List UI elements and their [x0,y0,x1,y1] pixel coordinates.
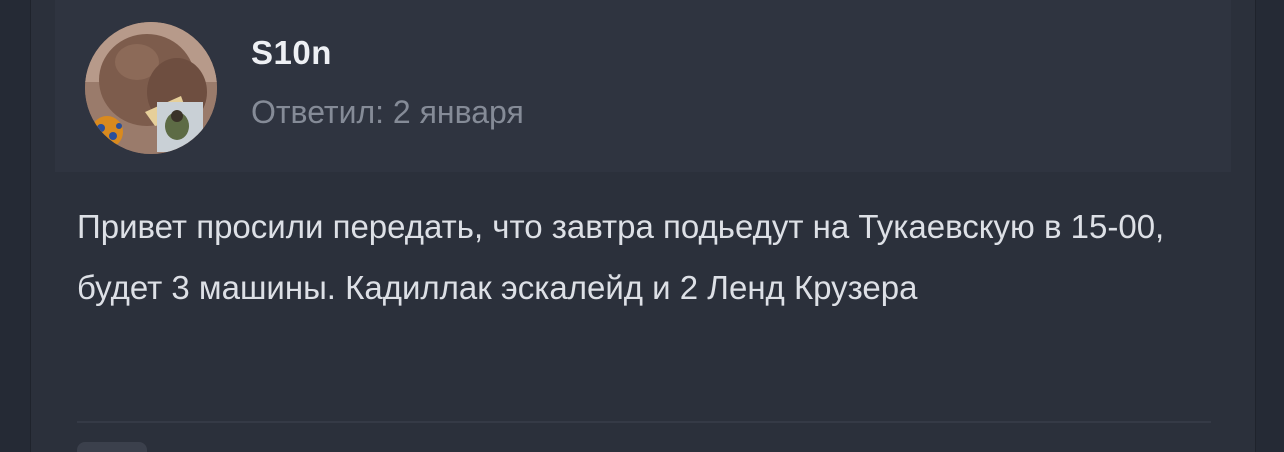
post-header: S10n Ответил: 2 января [55,0,1231,172]
user-avatar[interactable] [85,22,217,154]
reply-timestamp: Ответил: 2 января [251,94,524,130]
avatar-photo-icon [85,22,217,154]
post-body-text: Привет просили передать, что завтра подь… [77,208,1165,306]
post-divider [77,421,1211,423]
reaction-button[interactable] [77,442,147,452]
author-name[interactable]: S10n [251,34,332,72]
forum-post-card: S10n Ответил: 2 января Привет просили пе… [30,0,1256,452]
page: S10n Ответил: 2 января Привет просили пе… [0,0,1284,452]
